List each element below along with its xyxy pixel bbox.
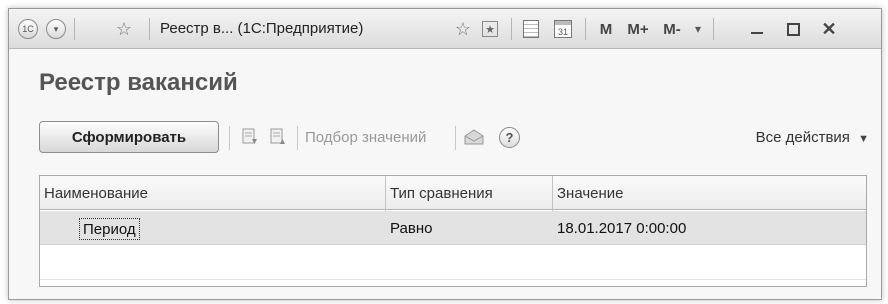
main-menu-button[interactable]: ▾: [45, 18, 67, 40]
separator: [149, 18, 150, 40]
generate-button[interactable]: Сформировать: [39, 121, 219, 153]
empty-row: [40, 246, 866, 280]
table-row[interactable]: Период Равно 18.01.2017 0:00:00: [40, 211, 866, 245]
memory-subtract-button[interactable]: M-: [657, 18, 687, 40]
all-actions-label: Все действия: [755, 129, 850, 146]
mail-icon[interactable]: [463, 127, 485, 147]
command-bar: Сформировать Подбор значений ? Все дейст…: [39, 121, 869, 155]
favorites-add-icon[interactable]: ☆: [451, 18, 475, 40]
favorite-star-icon[interactable]: ☆: [111, 18, 137, 40]
minimize-icon[interactable]: [745, 18, 769, 40]
separator: [585, 18, 586, 40]
form-title: Реестр вакансий: [39, 69, 238, 96]
separator: [229, 126, 230, 150]
save-settings-icon[interactable]: [268, 127, 288, 147]
favorites-list-icon[interactable]: ★: [479, 18, 501, 40]
chevron-down-icon: ▼: [858, 133, 869, 145]
settings-table[interactable]: Наименование Тип сравнения Значение Пери…: [39, 175, 867, 287]
app-logo-icon[interactable]: 1C: [17, 18, 39, 40]
memory-store-button[interactable]: M: [593, 18, 619, 40]
separator: [297, 126, 298, 150]
load-settings-icon[interactable]: [240, 127, 260, 147]
calculator-icon[interactable]: [519, 18, 543, 40]
separator: [713, 18, 714, 40]
table-header: Наименование Тип сравнения Значение: [40, 176, 866, 210]
maximize-icon[interactable]: [781, 18, 805, 40]
title-bar: 1C ▾ ☆ Реестр в... (1С:Предприятие) ☆ ★ …: [9, 9, 881, 49]
separator: [74, 18, 75, 40]
memory-dropdown-icon[interactable]: ▾: [689, 18, 707, 40]
help-icon[interactable]: ?: [499, 127, 520, 148]
column-header-name[interactable]: Наименование: [40, 176, 385, 210]
all-actions-menu[interactable]: Все действия ▼: [756, 129, 869, 146]
column-header-value[interactable]: Значение: [553, 176, 866, 210]
window-title: Реестр в... (1С:Предприятие): [160, 20, 364, 37]
calendar-icon[interactable]: 31: [551, 18, 575, 40]
memory-add-button[interactable]: M+: [623, 18, 653, 40]
close-icon[interactable]: ✕: [817, 18, 841, 40]
app-window: 1C ▾ ☆ Реестр в... (1С:Предприятие) ☆ ★ …: [8, 8, 882, 300]
separator: [455, 126, 456, 150]
row-name-cell[interactable]: Период: [79, 218, 140, 240]
row-value-cell[interactable]: 18.01.2017 0:00:00: [553, 211, 866, 245]
column-header-comparison[interactable]: Тип сравнения: [386, 176, 552, 210]
row-comparison-cell[interactable]: Равно: [386, 211, 552, 245]
separator: [511, 18, 512, 40]
select-values-button[interactable]: Подбор значений: [305, 129, 426, 146]
